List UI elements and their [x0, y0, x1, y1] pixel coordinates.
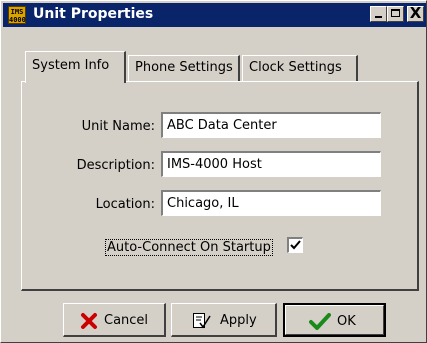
ims-app-icon: IMS 4000 [8, 6, 26, 24]
auto-connect-checkbox[interactable] [287, 237, 303, 253]
tab-label: Phone Settings [135, 60, 233, 75]
tab-system-info[interactable]: System Info [25, 51, 126, 83]
location-label: Location: [95, 197, 155, 212]
red-x-icon [81, 313, 97, 329]
unit-name-input[interactable] [161, 112, 381, 138]
close-button[interactable]: X [407, 6, 424, 22]
apply-button[interactable]: Apply [171, 303, 277, 337]
auto-connect-label[interactable]: Auto-Connect On Startup [105, 239, 273, 256]
green-checkmark-icon [309, 313, 331, 330]
location-input[interactable] [161, 190, 381, 216]
maximize-button[interactable] [387, 6, 404, 22]
checkmark-icon [290, 240, 301, 250]
tab-clock-settings[interactable]: Clock Settings [242, 55, 358, 81]
ok-button-face [285, 305, 384, 335]
minimize-icon [375, 16, 382, 18]
maximize-icon [391, 9, 400, 17]
apply-document-icon [193, 313, 211, 329]
ok-button[interactable]: OK [283, 303, 386, 337]
cancel-label: Cancel [104, 313, 149, 328]
description-input[interactable] [161, 151, 381, 177]
tab-label: System Info [32, 58, 110, 73]
description-label: Description: [76, 158, 155, 173]
apply-label: Apply [220, 313, 257, 328]
unit-name-label: Unit Name: [81, 119, 155, 134]
title-bar[interactable]: IMS 4000 Unit Properties X [3, 3, 426, 27]
ok-label: OK [337, 314, 356, 329]
minimize-button[interactable] [370, 6, 387, 22]
window-title: Unit Properties [33, 6, 154, 22]
tab-label: Clock Settings [249, 60, 342, 75]
unit-properties-dialog: IMS 4000 Unit Properties X System Info P… [0, 0, 427, 343]
close-icon: X [409, 4, 422, 22]
tab-phone-settings[interactable]: Phone Settings [128, 55, 240, 81]
cancel-button[interactable]: Cancel [63, 303, 166, 337]
